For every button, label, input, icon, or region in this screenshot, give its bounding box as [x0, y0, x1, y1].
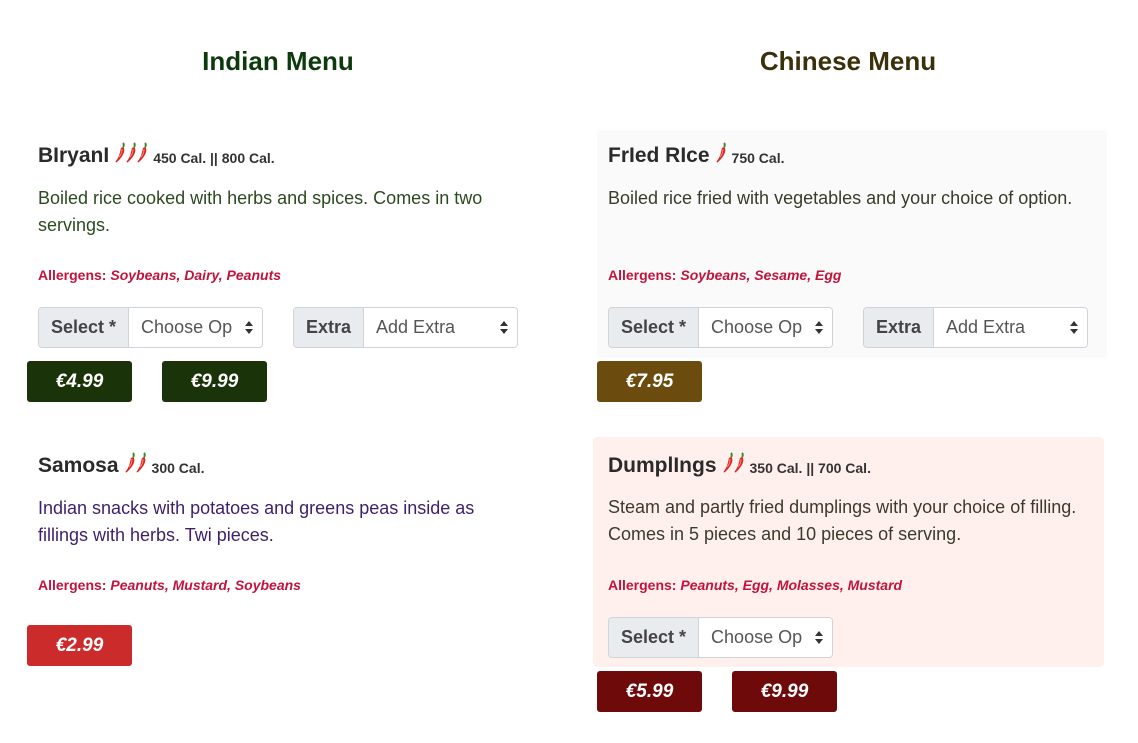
menu-item-dumplings: DumplIngs 350 Cal. || 700 Cal. Steam and… [593, 437, 1104, 667]
extra-select-group: Extra Add Extra [863, 307, 1088, 348]
spice-level [114, 142, 147, 170]
chili-pepper-icon [135, 452, 146, 480]
menu-item-samosa: Samosa 300 Cal. Indian snacks with potat… [27, 440, 537, 620]
item-calories: 450 Cal. || 800 Cal. [153, 150, 275, 166]
item-description: Indian snacks with potatoes and greens p… [38, 498, 475, 545]
price-button[interactable]: €9.99 [732, 671, 837, 712]
chili-pepper-icon [125, 142, 136, 170]
size-select-group: Select * Choose Op [608, 617, 833, 658]
extra-label: Extra [294, 308, 365, 347]
size-select[interactable]: Choose Op [699, 308, 832, 347]
chili-pepper-icon [114, 142, 125, 170]
spice-level [722, 452, 744, 480]
price-button[interactable]: €7.95 [597, 361, 702, 402]
item-allergens: Allergens: Soybeans, Dairy, Peanuts [38, 267, 282, 283]
chili-pepper-icon [136, 142, 147, 170]
item-calories: 750 Cal. [731, 150, 785, 166]
chili-pepper-icon [124, 452, 135, 480]
extra-label: Extra [864, 308, 935, 347]
extra-select[interactable]: Add Extra [934, 308, 1087, 347]
price-button[interactable]: €5.99 [597, 671, 702, 712]
item-name: BIryanI [38, 144, 110, 167]
spice-level [715, 142, 726, 170]
item-calories: 300 Cal. [151, 460, 205, 476]
item-description: Boiled rice cooked with herbs and spices… [38, 188, 483, 235]
chinese-menu-title: Chinese Menu [759, 46, 937, 76]
item-allergens: Allergens: Soybeans, Sesame, Egg [608, 267, 842, 283]
chili-pepper-icon [733, 452, 744, 480]
select-caret-icon [1070, 321, 1078, 335]
size-select[interactable]: Choose Op [129, 308, 262, 347]
size-select-group: Select * Choose Op [608, 307, 833, 348]
item-name: FrIed RIce [608, 144, 710, 167]
select-label: Select * [609, 618, 700, 657]
item-name: Samosa [38, 454, 119, 477]
price-button[interactable]: €4.99 [27, 361, 132, 402]
menu-item-biryani: BIryanI 450 Cal. || 800 Cal. Boiled rice… [27, 130, 537, 360]
chili-pepper-icon [715, 142, 726, 170]
menu-item-fried-rice: FrIed RIce 750 Cal. Boiled rice fried wi… [597, 130, 1107, 358]
spice-level [124, 452, 146, 480]
indian-menu-title: Indian Menu [202, 46, 354, 76]
select-caret-icon [815, 631, 823, 645]
size-select-group: Select * Choose Op [38, 307, 263, 348]
size-select[interactable]: Choose Op [699, 618, 832, 657]
item-calories: 350 Cal. || 700 Cal. [749, 460, 871, 476]
item-name: DumplIngs [608, 454, 717, 477]
item-description: Boiled rice fried with vegetables and yo… [608, 188, 1073, 208]
item-allergens: Allergens: Peanuts, Mustard, Soybeans [38, 577, 301, 593]
select-label: Select * [609, 308, 700, 347]
select-caret-icon [500, 321, 508, 335]
extra-select[interactable]: Add Extra [364, 308, 517, 347]
price-button[interactable]: €2.99 [27, 625, 132, 666]
select-caret-icon [245, 321, 253, 335]
price-button[interactable]: €9.99 [162, 361, 267, 402]
select-label: Select * [39, 308, 130, 347]
item-description: Steam and partly fried dumplings with yo… [608, 497, 1077, 544]
extra-select-group: Extra Add Extra [293, 307, 518, 348]
chili-pepper-icon [722, 452, 733, 480]
item-allergens: Allergens: Peanuts, Egg, Molasses, Musta… [608, 577, 903, 593]
select-caret-icon [815, 321, 823, 335]
